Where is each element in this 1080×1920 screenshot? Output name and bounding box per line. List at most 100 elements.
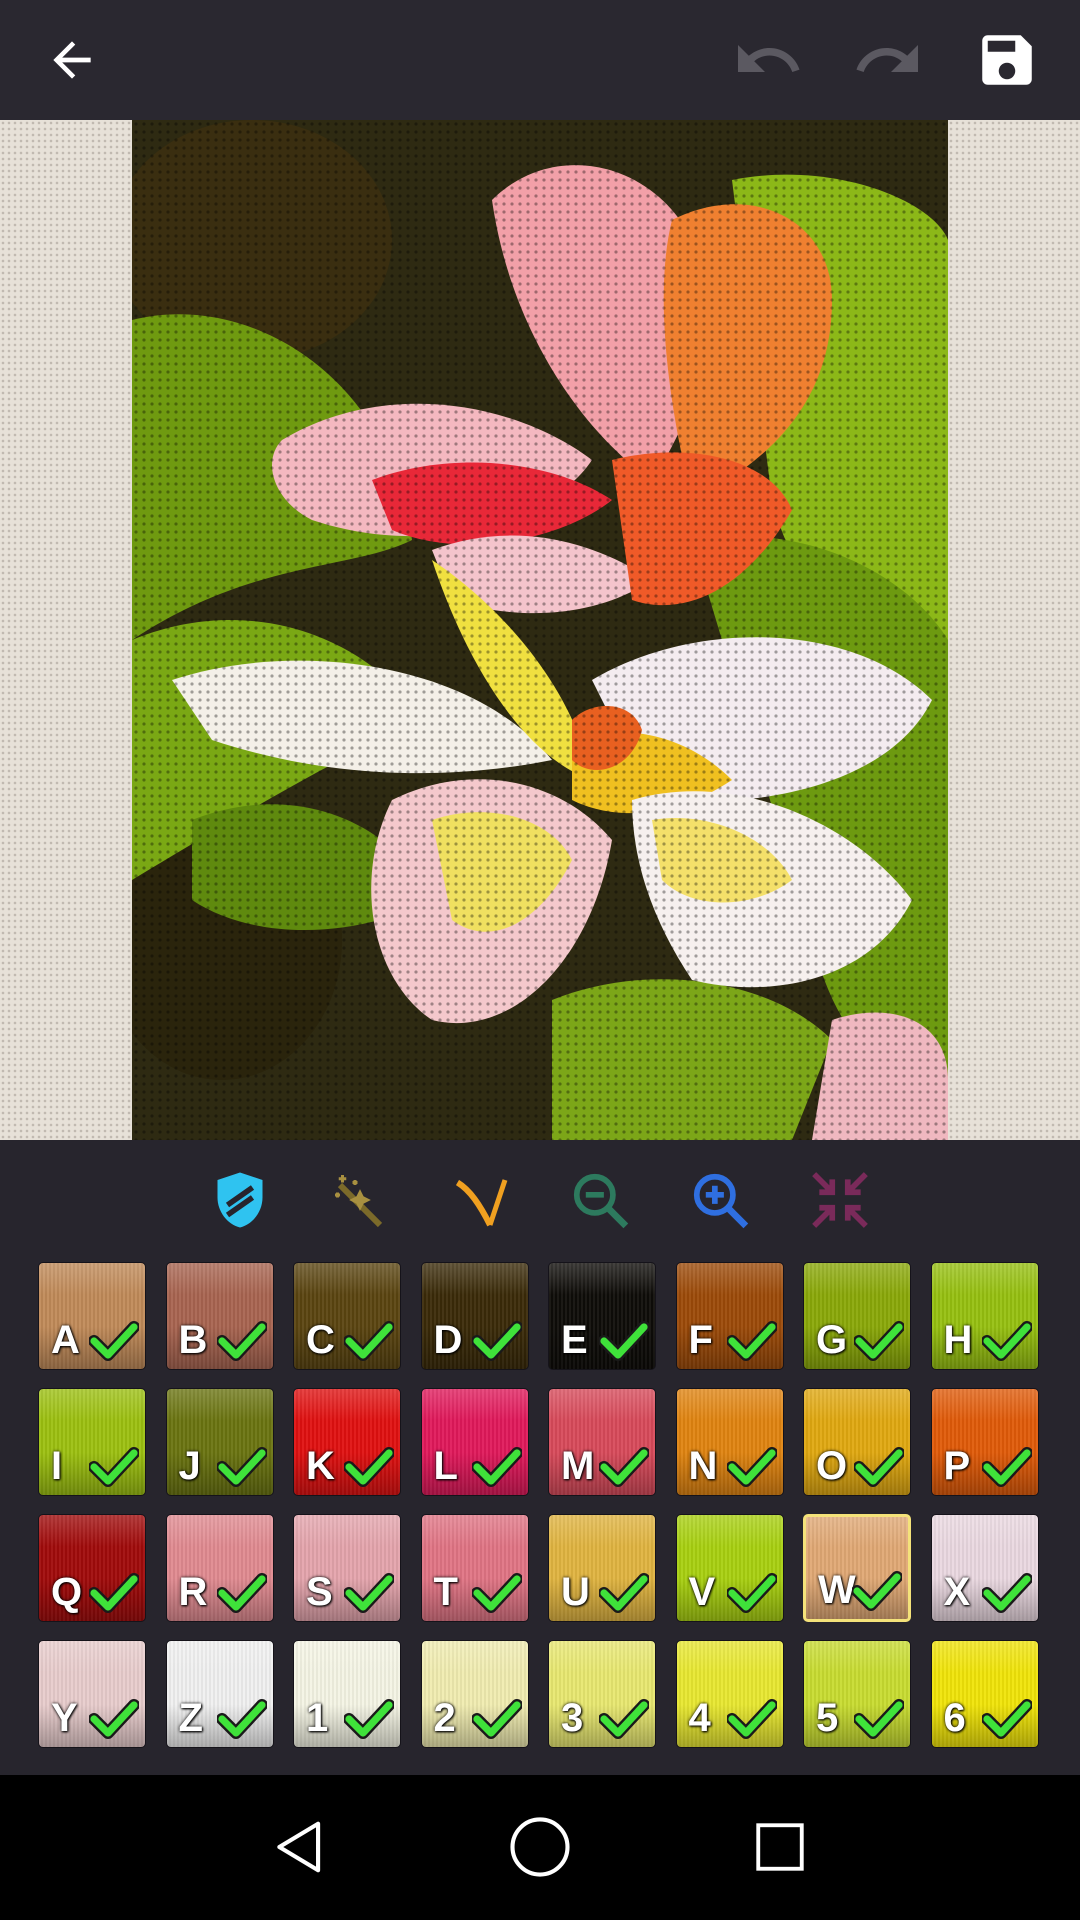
swatch-label: H [943,1318,973,1362]
color-swatch-e[interactable]: E [548,1262,656,1370]
color-swatch-q[interactable]: Q [38,1514,146,1622]
color-swatch-p[interactable]: P [930,1388,1039,1496]
color-swatch-1[interactable]: 1 [293,1640,401,1748]
redo-icon [856,45,918,72]
save-button[interactable] [957,10,1057,110]
checkmark-icon [216,1699,267,1739]
system-navigation-bar [0,1775,1080,1920]
cross-stitch-artwork[interactable] [132,120,948,1140]
magic-wand-button[interactable] [322,1162,398,1238]
color-swatch-5[interactable]: 5 [803,1640,911,1748]
checkmark-icon [852,1571,902,1611]
checkmark-icon [981,1699,1032,1739]
tools-row [0,1140,1080,1260]
color-swatch-s[interactable]: S [293,1514,401,1622]
color-swatch-f[interactable]: F [675,1262,784,1370]
color-swatch-4[interactable]: 4 [675,1640,784,1748]
color-swatch-2[interactable]: 2 [420,1640,529,1748]
color-swatch-6[interactable]: 6 [930,1640,1039,1748]
magic-wand-icon [335,1175,383,1228]
color-swatch-k[interactable]: K [293,1388,401,1496]
color-swatch-u[interactable]: U [548,1514,656,1622]
color-swatch-c[interactable]: C [293,1262,401,1370]
color-swatch-a[interactable]: A [38,1262,146,1370]
zoom-out-icon [573,1173,629,1229]
zoom-in-button[interactable] [682,1162,758,1238]
collapse-icon [812,1172,868,1228]
swatch-label: 6 [943,1696,966,1740]
swatch-label: S [306,1570,333,1614]
flower-pattern-image [132,120,948,1140]
checkmark-icon [344,1447,394,1487]
checkmark-icon [471,1447,522,1487]
swatch-label: I [51,1444,63,1488]
swatch-label: 2 [433,1696,456,1740]
color-swatch-g[interactable]: G [803,1262,911,1370]
swatch-label: O [816,1444,848,1488]
color-swatch-x[interactable]: X [930,1514,1039,1622]
color-swatch-m[interactable]: M [548,1388,656,1496]
swatch-label: T [433,1570,458,1614]
swatch-label: M [561,1444,595,1488]
color-swatch-d[interactable]: D [420,1262,529,1370]
swatch-label: W [818,1568,856,1612]
undo-icon [738,45,800,72]
checkmark-icon [981,1321,1032,1361]
swatch-label: V [688,1570,716,1614]
color-swatch-b[interactable]: B [165,1262,274,1370]
checkmark-icon [854,1699,904,1739]
color-swatch-y[interactable]: Y [38,1640,146,1748]
color-swatch-v[interactable]: V [675,1514,784,1622]
checkmark-icon [216,1447,267,1487]
checkmark-icon [216,1321,267,1361]
color-swatch-l[interactable]: L [420,1388,529,1496]
checkmark-icon [216,1573,267,1613]
shield-tool-button[interactable] [202,1162,278,1238]
checkmark-icon [726,1573,777,1613]
swatch-label: N [688,1444,718,1488]
swatch-label: F [688,1318,713,1362]
swatch-label: J [178,1444,201,1488]
zoom-out-button[interactable] [562,1162,638,1238]
color-swatch-3[interactable]: 3 [548,1640,656,1748]
swatch-label: 1 [306,1696,329,1740]
nav-home-button[interactable] [500,1807,580,1887]
color-swatch-h[interactable]: H [930,1262,1039,1370]
floppy-disk-icon [982,35,1032,85]
checkmark-icon [89,1699,139,1739]
swatch-label: D [433,1318,463,1362]
swatch-label: A [51,1318,80,1362]
color-swatch-w[interactable]: W [803,1514,911,1622]
swatch-label: B [178,1318,208,1362]
checkmark-icon [726,1447,777,1487]
swatch-label: Y [51,1696,78,1740]
checkmark-icon [854,1321,904,1361]
color-swatch-o[interactable]: O [803,1388,911,1496]
top-toolbar [0,0,1080,120]
color-swatch-t[interactable]: T [420,1514,529,1622]
checkmark-icon [471,1573,522,1613]
nav-recents-icon [756,1823,804,1871]
color-swatch-z[interactable]: Z [165,1640,274,1748]
color-swatch-r[interactable]: R [165,1514,274,1622]
collapse-button[interactable] [802,1162,878,1238]
undo-button[interactable] [718,10,818,110]
shield-tool-icon [217,1172,263,1228]
nav-back-button[interactable] [260,1807,340,1887]
checkmark-icon [981,1447,1032,1487]
swatch-label: Z [178,1696,203,1740]
checkmark-icon [89,1447,139,1487]
needle-button[interactable] [442,1162,518,1238]
color-swatch-j[interactable]: J [165,1388,274,1496]
swatch-label: 4 [688,1696,711,1740]
checkmark-icon [344,1573,394,1613]
swatch-label: 3 [561,1696,584,1740]
checkmark-icon [599,1321,649,1361]
nav-recents-button[interactable] [740,1807,820,1887]
back-button[interactable] [22,10,122,110]
checkmark-icon [89,1573,139,1613]
checkmark-icon [726,1699,777,1739]
redo-button[interactable] [838,10,938,110]
color-swatch-i[interactable]: I [38,1388,146,1496]
color-swatch-n[interactable]: N [675,1388,784,1496]
